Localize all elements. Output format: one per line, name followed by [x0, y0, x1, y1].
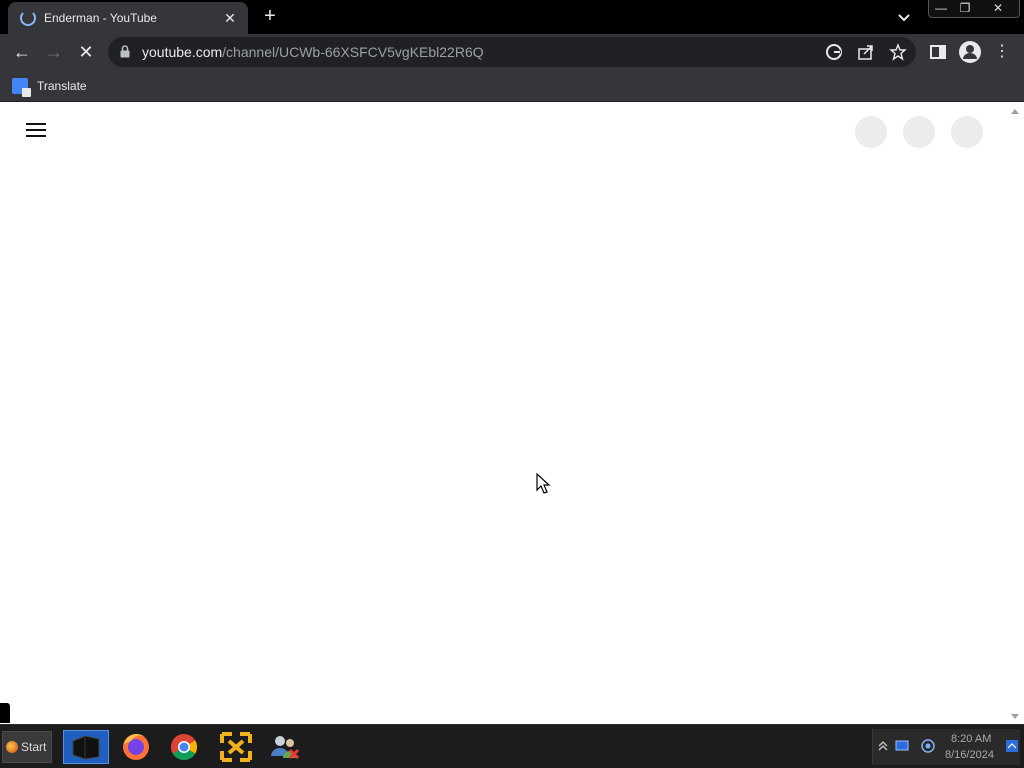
- stop-loading-button[interactable]: ✕: [74, 40, 98, 64]
- start-button[interactable]: Start: [2, 731, 52, 763]
- url-text[interactable]: youtube.com/channel/UCWb-66XSFCV5vgKEbl2…: [142, 44, 484, 60]
- side-panel-icon[interactable]: [929, 43, 947, 61]
- clock-date[interactable]: 8/16/2024: [945, 749, 994, 761]
- header-placeholder: [951, 116, 983, 148]
- bookmark-label: Translate: [37, 79, 87, 93]
- close-tab-icon[interactable]: ✕: [222, 10, 238, 27]
- display-icon[interactable]: [895, 739, 909, 753]
- close-window-button[interactable]: ✕: [976, 0, 1020, 18]
- browser-toolbar: ← → ✕ youtube.com/channel/UCWb-66XSFCV5v…: [0, 34, 1024, 70]
- corner-mark: [0, 703, 10, 723]
- back-button[interactable]: ←: [10, 40, 34, 64]
- taskbar-app-arrows[interactable]: [213, 730, 259, 764]
- taskbar-app-firefox[interactable]: [113, 730, 159, 764]
- page-content: [0, 103, 1007, 723]
- bookmark-star-icon[interactable]: [889, 43, 907, 61]
- taskbar-app-file-manager[interactable]: [63, 730, 109, 764]
- tab-youtube[interactable]: Enderman - YouTube ✕: [8, 2, 248, 34]
- network-status-icon[interactable]: [921, 739, 935, 753]
- tab-search-icon[interactable]: [895, 8, 913, 26]
- bookmarks-bar: Translate: [0, 70, 1024, 102]
- start-label: Start: [21, 740, 47, 754]
- start-orb-icon: [6, 741, 18, 753]
- google-lens-icon[interactable]: [825, 43, 843, 61]
- file-manager-icon: [72, 735, 100, 760]
- show-desktop-icon[interactable]: [1005, 739, 1019, 753]
- forward-button[interactable]: →: [42, 40, 66, 64]
- url-path: /channel/UCWb-66XSFCV5vgKEbl22R6Q: [222, 44, 484, 60]
- system-tray: 8:20 AM 8/16/2024: [872, 729, 1020, 765]
- taskbar-app-network-users[interactable]: [262, 730, 308, 764]
- scroll-up-arrow-icon[interactable]: [1011, 109, 1019, 114]
- bookmark-translate[interactable]: Translate: [12, 75, 87, 97]
- url-host: youtube.com: [142, 44, 223, 60]
- header-placeholder: [903, 116, 935, 148]
- mouse-cursor-icon: [536, 473, 551, 494]
- firefox-icon: [123, 733, 149, 760]
- network-users-icon: [271, 736, 300, 760]
- share-icon[interactable]: [857, 43, 875, 61]
- chrome-icon: [170, 733, 198, 761]
- restore-button[interactable]: ❐: [952, 0, 978, 18]
- new-tab-button[interactable]: +: [258, 5, 282, 29]
- header-placeholder: [855, 116, 887, 148]
- clock-time[interactable]: 8:20 AM: [951, 733, 991, 745]
- minimize-button[interactable]: —: [928, 0, 954, 18]
- loading-spinner-icon: [20, 10, 36, 26]
- tab-title: Enderman - YouTube: [44, 11, 157, 25]
- taskbar-app-chrome[interactable]: [161, 730, 207, 764]
- guide-menu-icon[interactable]: [26, 123, 46, 139]
- taskbar: Start 8:20 AM 8/16/2024: [0, 724, 1024, 768]
- profile-avatar-icon[interactable]: [958, 40, 982, 64]
- show-hidden-icons-icon[interactable]: [876, 739, 890, 753]
- arrows-app-icon: [220, 732, 252, 762]
- scroll-down-arrow-icon[interactable]: [1011, 714, 1019, 719]
- tab-strip: Enderman - YouTube ✕ + — ❐ ✕: [0, 0, 1024, 34]
- google-translate-icon: [12, 78, 31, 97]
- menu-button[interactable]: ⋮: [990, 40, 1014, 64]
- page-scrollbar[interactable]: [1007, 103, 1024, 723]
- lock-icon[interactable]: [120, 45, 130, 58]
- address-bar[interactable]: youtube.com/channel/UCWb-66XSFCV5vgKEbl2…: [108, 37, 916, 67]
